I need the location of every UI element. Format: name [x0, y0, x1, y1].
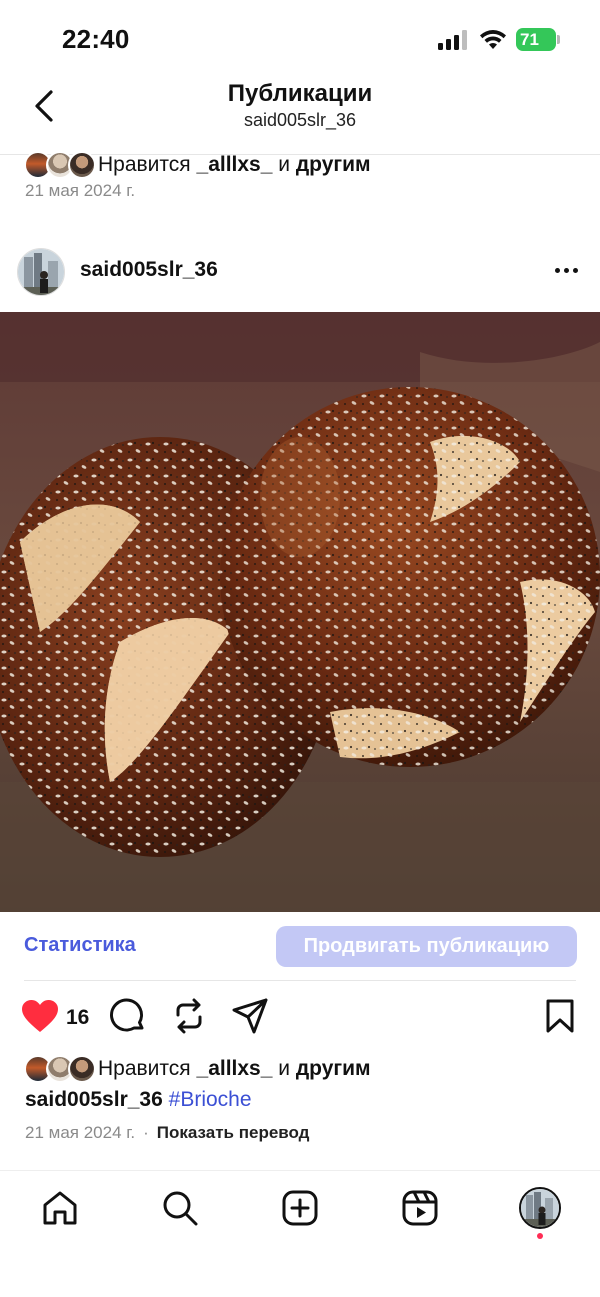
right-bun — [220, 387, 600, 767]
battery-tip — [557, 35, 560, 44]
previous-post-date: 21 мая 2024 г. — [25, 181, 136, 200]
likes-others-link[interactable]: другим — [296, 1057, 371, 1080]
caption-hashtag[interactable]: #Brioche — [169, 1088, 252, 1111]
page-subtitle-username[interactable]: said005slr_36 — [0, 110, 600, 131]
comment-button[interactable] — [108, 996, 148, 1036]
post-caption: said005slr_36 #Brioche — [25, 1088, 252, 1112]
notification-dot — [537, 1233, 543, 1239]
avatar — [68, 151, 96, 179]
post-author-username[interactable]: said005slr_36 — [80, 258, 218, 282]
dot — [563, 267, 569, 273]
caption-username[interactable]: said005slr_36 — [25, 1088, 163, 1111]
likes-summary-text: Нравится _alllxs_ и другим — [98, 1057, 371, 1080]
liker-username[interactable]: _alllxs_ — [197, 153, 273, 176]
dot — [572, 267, 578, 273]
divider — [24, 980, 576, 981]
liker-username[interactable]: _alllxs_ — [197, 1057, 273, 1080]
profile-avatar-icon — [521, 1189, 559, 1227]
promote-post-button[interactable]: Продвигать публикацию — [276, 926, 577, 967]
post-header: said005slr_36 — [0, 244, 600, 300]
page-header: Публикации said005slr_36 — [0, 78, 600, 154]
liker-avatars — [24, 150, 96, 180]
heart-filled-icon — [22, 1000, 58, 1032]
tabbar-divider — [0, 1170, 600, 1171]
separator-dot: · — [143, 1123, 149, 1142]
dot — [554, 267, 560, 273]
bookmark-icon — [546, 999, 574, 1033]
avatar — [68, 1055, 96, 1083]
show-translation-link[interactable]: Показать перевод — [157, 1123, 310, 1143]
brioche-photo — [0, 312, 600, 912]
post-photo[interactable] — [0, 312, 600, 912]
tab-profile[interactable] — [519, 1187, 561, 1229]
share-button[interactable] — [230, 996, 270, 1036]
tab-home[interactable] — [40, 1188, 80, 1228]
search-icon — [163, 1191, 198, 1226]
tab-search[interactable] — [160, 1188, 200, 1228]
repost-icon — [176, 998, 202, 1034]
post-meta: 21 мая 2024 г. · Показать перевод — [25, 1123, 309, 1143]
statistics-link[interactable]: Статистика — [24, 934, 136, 957]
tab-reels[interactable] — [400, 1188, 440, 1228]
status-time: 22:40 — [62, 24, 130, 54]
more-options-button[interactable] — [548, 258, 584, 282]
like-count[interactable]: 16 — [66, 1006, 89, 1030]
page-title: Публикации — [227, 80, 373, 107]
tab-create[interactable] — [280, 1188, 320, 1228]
previous-post-likes[interactable]: Нравится _alllxs_ и другим — [24, 150, 371, 180]
repost-button[interactable] — [169, 996, 209, 1036]
likes-others-link[interactable]: другим — [296, 153, 371, 176]
avatar-image — [18, 249, 64, 295]
reels-icon — [402, 1190, 438, 1226]
save-button[interactable] — [540, 996, 580, 1036]
post-likes-summary[interactable]: Нравится _alllxs_ и другим — [24, 1054, 371, 1084]
liker-avatars — [24, 1054, 96, 1084]
likes-summary: Нравится _alllxs_ и другим — [98, 153, 371, 176]
wifi-icon — [480, 30, 506, 49]
post-author-avatar[interactable] — [17, 248, 65, 296]
create-icon — [282, 1190, 318, 1226]
send-icon — [232, 998, 268, 1034]
status-bar: 22:40 71 — [0, 0, 600, 78]
post-date: 21 мая 2024 г. — [25, 1123, 136, 1142]
battery-level: 71 — [520, 30, 539, 49]
comment-icon — [110, 998, 144, 1032]
home-icon — [43, 1191, 77, 1225]
cellular-signal-icon — [438, 30, 467, 50]
battery-indicator: 71 — [516, 28, 560, 51]
like-button[interactable] — [20, 996, 60, 1036]
